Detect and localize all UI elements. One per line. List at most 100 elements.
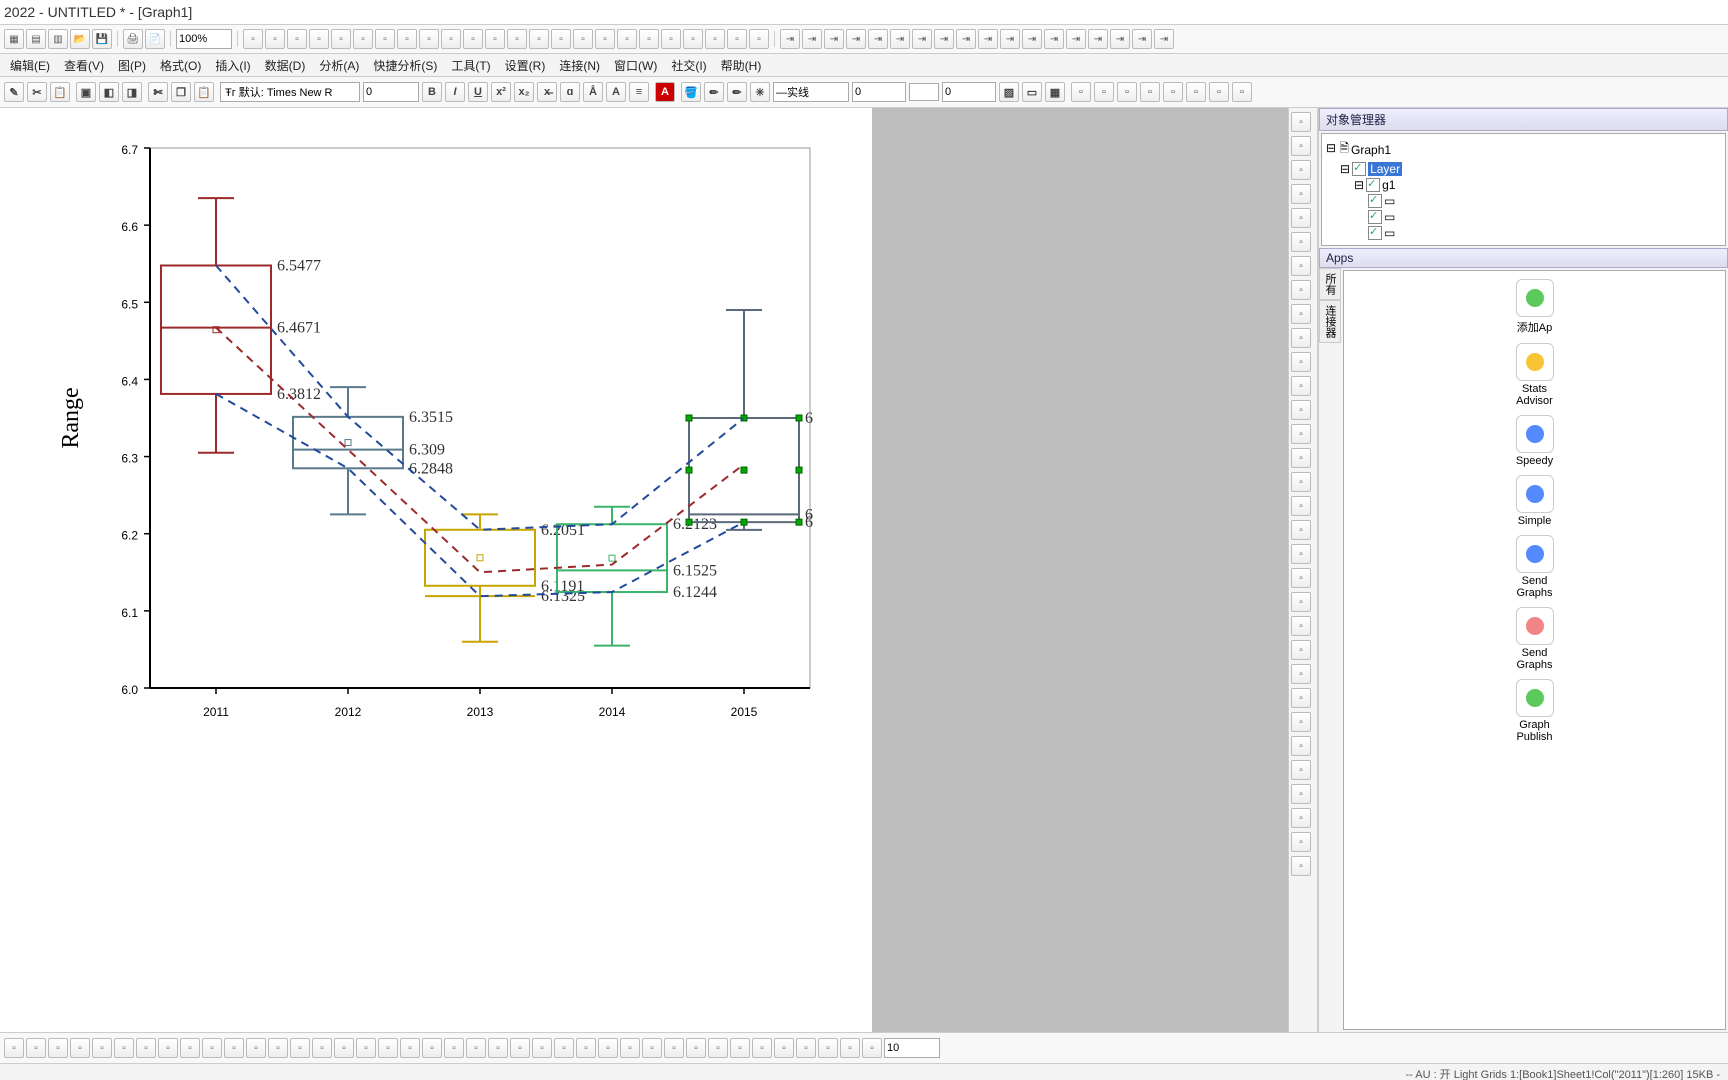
bottom-num-combo[interactable] (884, 1038, 940, 1058)
box-plot[interactable]: 6.06.16.26.36.46.56.66.7Range20112012201… (60, 128, 840, 808)
side-tool-20[interactable]: ▫ (1291, 592, 1311, 612)
side-tool-14[interactable]: ▫ (1291, 448, 1311, 468)
axis-tool-icon-9[interactable]: ⇥ (978, 29, 998, 49)
tool-icon-17[interactable]: ▫ (617, 29, 637, 49)
tool-icon-12[interactable]: ▫ (507, 29, 527, 49)
app-0[interactable]: 添加Ap (1505, 279, 1565, 335)
object-tree[interactable]: ⊟ 🗎 Graph1 ⊟ Layer ⊟ g1 ▭ ▭ ▭ (1321, 133, 1726, 246)
side-tool-15[interactable]: ▫ (1291, 472, 1311, 492)
line-width-combo[interactable] (852, 82, 906, 102)
side-tool-1[interactable]: ▫ (1291, 136, 1311, 156)
align-tool-1[interactable]: ▫ (1094, 82, 1114, 102)
bottom-tool-12[interactable]: ▫ (268, 1038, 288, 1058)
tool-icon-22[interactable]: ▫ (727, 29, 747, 49)
axis-tool-icon-16[interactable]: ⇥ (1132, 29, 1152, 49)
axis-tool-icon-6[interactable]: ⇥ (912, 29, 932, 49)
side-tool-22[interactable]: ▫ (1291, 640, 1311, 660)
sup-button[interactable]: x² (491, 82, 511, 102)
axis-tool-icon-2[interactable]: ⇥ (824, 29, 844, 49)
bottom-tool-39[interactable]: ▫ (862, 1038, 882, 1058)
side-tool-24[interactable]: ▫ (1291, 688, 1311, 708)
side-tool-29[interactable]: ▫ (1291, 808, 1311, 828)
bottom-tool-16[interactable]: ▫ (356, 1038, 376, 1058)
side-tool-2[interactable]: ▫ (1291, 160, 1311, 180)
bottom-tool-0[interactable]: ▫ (4, 1038, 24, 1058)
new-graph-icon[interactable]: ▥ (48, 29, 68, 49)
axis-tool-icon-7[interactable]: ⇥ (934, 29, 954, 49)
axis-tool-icon-13[interactable]: ⇥ (1066, 29, 1086, 49)
apps-tab-connectors[interactable]: 连接器 (1319, 300, 1341, 343)
tool-icon-7[interactable]: ▫ (397, 29, 417, 49)
open-icon[interactable]: 📂 (70, 29, 90, 49)
menu-8[interactable]: 工具(T) (445, 55, 496, 76)
align-tool-4[interactable]: ▫ (1163, 82, 1183, 102)
menu-3[interactable]: 格式(O) (154, 55, 207, 76)
axis-tool-icon-3[interactable]: ⇥ (846, 29, 866, 49)
align-tool-0[interactable]: ▫ (1071, 82, 1091, 102)
tool-icon-15[interactable]: ▫ (573, 29, 593, 49)
side-tool-31[interactable]: ▫ (1291, 856, 1311, 876)
align-icon[interactable]: ≡ (629, 82, 649, 102)
fill-color-icon[interactable]: 🪣 (681, 82, 701, 102)
axis-tool-icon-17[interactable]: ⇥ (1154, 29, 1174, 49)
axis-tool-icon-1[interactable]: ⇥ (802, 29, 822, 49)
bottom-tool-9[interactable]: ▫ (202, 1038, 222, 1058)
axis-tool-icon-0[interactable]: ⇥ (780, 29, 800, 49)
side-tool-26[interactable]: ▫ (1291, 736, 1311, 756)
align-tool-7[interactable]: ▫ (1232, 82, 1252, 102)
aa-button[interactable]: Å (583, 82, 603, 102)
graph-canvas[interactable]: 6.06.16.26.36.46.56.66.7Range20112012201… (0, 108, 872, 1032)
tool-layer-2[interactable]: ◧ (99, 82, 119, 102)
app-6[interactable]: Graph Publish (1505, 679, 1565, 743)
bottom-tool-22[interactable]: ▫ (488, 1038, 508, 1058)
bottom-tool-4[interactable]: ▫ (92, 1038, 112, 1058)
side-tool-18[interactable]: ▫ (1291, 544, 1311, 564)
menu-7[interactable]: 快捷分析(S) (367, 55, 443, 76)
axis-tool-icon-11[interactable]: ⇥ (1022, 29, 1042, 49)
side-tool-19[interactable]: ▫ (1291, 568, 1311, 588)
tool-icon-0[interactable]: ▫ (243, 29, 263, 49)
bold-button[interactable]: B (422, 82, 442, 102)
hatch-icon[interactable]: ▨ (999, 82, 1019, 102)
tool-icon-23[interactable]: ▫ (749, 29, 769, 49)
side-tool-13[interactable]: ▫ (1291, 424, 1311, 444)
bottom-tool-31[interactable]: ▫ (686, 1038, 706, 1058)
side-tool-17[interactable]: ▫ (1291, 520, 1311, 540)
bottom-tool-19[interactable]: ▫ (422, 1038, 442, 1058)
bottom-tool-35[interactable]: ▫ (774, 1038, 794, 1058)
tool-icon-6[interactable]: ▫ (375, 29, 395, 49)
cut-icon[interactable]: ✄ (148, 82, 168, 102)
underline-button[interactable]: U (468, 82, 488, 102)
bottom-tool-32[interactable]: ▫ (708, 1038, 728, 1058)
side-tool-27[interactable]: ▫ (1291, 760, 1311, 780)
axis-tool-icon-8[interactable]: ⇥ (956, 29, 976, 49)
bottom-tool-23[interactable]: ▫ (510, 1038, 530, 1058)
bottom-tool-28[interactable]: ▫ (620, 1038, 640, 1058)
line-style-combo[interactable] (773, 82, 849, 102)
axis-tool-icon-4[interactable]: ⇥ (868, 29, 888, 49)
side-tool-9[interactable]: ▫ (1291, 328, 1311, 348)
tool-edit-3[interactable]: 📋 (50, 82, 70, 102)
menu-4[interactable]: 插入(I) (209, 55, 256, 76)
axis-tool-icon-14[interactable]: ⇥ (1088, 29, 1108, 49)
menu-0[interactable]: 编辑(E) (4, 55, 56, 76)
tool-icon-3[interactable]: ▫ (309, 29, 329, 49)
text-color-button[interactable]: A (655, 82, 675, 102)
bottom-tool-24[interactable]: ▫ (532, 1038, 552, 1058)
save-icon[interactable]: 💾 (92, 29, 112, 49)
border-icon[interactable]: ▭ (1022, 82, 1042, 102)
bottom-tool-5[interactable]: ▫ (114, 1038, 134, 1058)
menu-11[interactable]: 窗口(W) (608, 55, 663, 76)
tool-icon-1[interactable]: ▫ (265, 29, 285, 49)
axis-tool-icon-15[interactable]: ⇥ (1110, 29, 1130, 49)
zoom-combo[interactable] (176, 29, 232, 49)
bottom-tool-26[interactable]: ▫ (576, 1038, 596, 1058)
line-color-icon[interactable]: ✏ (704, 82, 724, 102)
bottom-tool-29[interactable]: ▫ (642, 1038, 662, 1058)
side-tool-21[interactable]: ▫ (1291, 616, 1311, 636)
bottom-tool-11[interactable]: ▫ (246, 1038, 266, 1058)
tool-icon-16[interactable]: ▫ (595, 29, 615, 49)
side-tool-30[interactable]: ▫ (1291, 832, 1311, 852)
side-tool-12[interactable]: ▫ (1291, 400, 1311, 420)
bottom-tool-3[interactable]: ▫ (70, 1038, 90, 1058)
